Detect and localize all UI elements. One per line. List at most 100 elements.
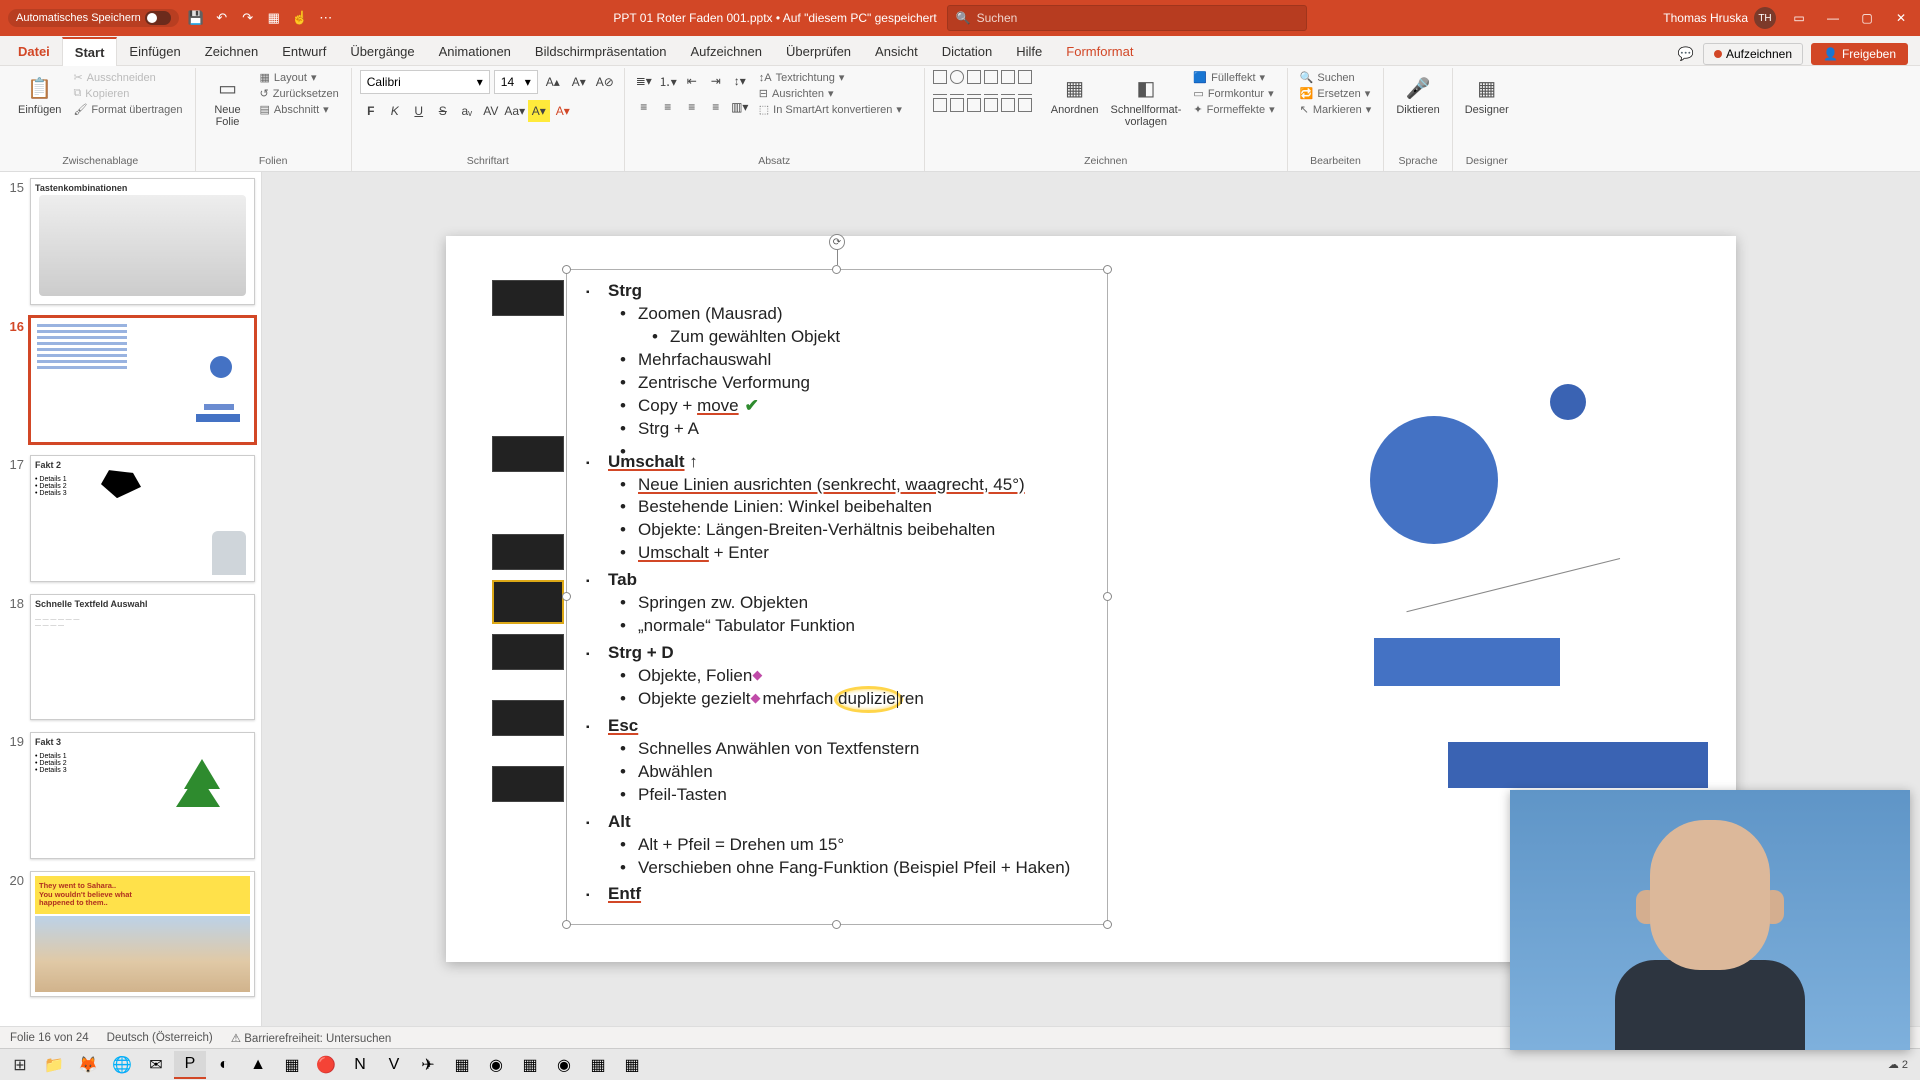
- resize-handle[interactable]: [832, 265, 841, 274]
- tab-shapeformat[interactable]: Formformat: [1054, 38, 1145, 65]
- shape-circle-small[interactable]: [1550, 384, 1586, 420]
- clear-format-icon[interactable]: A⊘: [594, 71, 616, 93]
- resize-handle[interactable]: [1103, 265, 1112, 274]
- undo-icon[interactable]: ↶: [213, 9, 231, 27]
- copy-button[interactable]: ⧉ Kopieren: [69, 86, 186, 101]
- align-left-button[interactable]: ≡: [633, 96, 655, 118]
- taskbar-app[interactable]: ▦: [616, 1051, 648, 1079]
- taskbar-obs[interactable]: ◉: [480, 1051, 512, 1079]
- line-spacing-button[interactable]: ↕▾: [729, 70, 751, 92]
- italic-button[interactable]: K: [384, 100, 406, 122]
- smartart-button[interactable]: ⬚ In SmartArt konvertieren ▾: [755, 102, 906, 117]
- maximize-icon[interactable]: ▢: [1856, 7, 1878, 29]
- weather-widget[interactable]: ☁ 2: [1888, 1058, 1908, 1071]
- save-icon[interactable]: 💾: [187, 9, 205, 27]
- designer-button[interactable]: ▦Designer: [1461, 70, 1513, 120]
- autosave-toggle[interactable]: Automatisches Speichern: [8, 9, 179, 27]
- shape-effects-button[interactable]: ✦ Formeffekte ▾: [1189, 102, 1278, 117]
- taskbar-app[interactable]: ◉: [548, 1051, 580, 1079]
- shadow-button[interactable]: aᵥ: [456, 100, 478, 122]
- arrange-button[interactable]: ▦Anordnen: [1047, 70, 1103, 120]
- taskbar-app[interactable]: 🔴: [310, 1051, 342, 1079]
- layout-button[interactable]: ▦ Layout ▾: [256, 70, 343, 85]
- taskbar-app[interactable]: ▦: [582, 1051, 614, 1079]
- slide-thumbnail-pane[interactable]: 15 Tastenkombinationen 16 17 Fakt 2 • De…: [0, 172, 262, 1026]
- resize-handle[interactable]: [1103, 592, 1112, 601]
- minimize-icon[interactable]: —: [1822, 7, 1844, 29]
- start-button[interactable]: ⊞: [4, 1051, 36, 1079]
- shrink-font-icon[interactable]: A▾: [568, 71, 590, 93]
- thumb-17[interactable]: 17 Fakt 2 • Details 1• Details 2• Detail…: [4, 455, 255, 582]
- shape-circle-large[interactable]: [1370, 416, 1498, 544]
- rotate-handle[interactable]: ⟳: [829, 234, 845, 250]
- shape-rectangle-1[interactable]: [1374, 638, 1560, 686]
- account-button[interactable]: Thomas Hruska TH: [1663, 7, 1776, 29]
- taskbar-outlook[interactable]: ✉: [140, 1051, 172, 1079]
- taskbar-firefox[interactable]: 🦊: [72, 1051, 104, 1079]
- outdent-button[interactable]: ⇤: [681, 70, 703, 92]
- resize-handle[interactable]: [1103, 920, 1112, 929]
- tab-dictation[interactable]: Dictation: [930, 38, 1005, 65]
- highlight-button[interactable]: A▾: [528, 100, 550, 122]
- thumb-20[interactable]: 20 They went to Sahara..You wouldn't bel…: [4, 871, 255, 998]
- tab-insert[interactable]: Einfügen: [117, 38, 192, 65]
- underline-button[interactable]: U: [408, 100, 430, 122]
- shape-rectangle-2[interactable]: [1448, 742, 1708, 788]
- new-slide-button[interactable]: ▭Neue Folie: [204, 70, 252, 132]
- bullets-button[interactable]: ≣▾: [633, 70, 655, 92]
- taskbar-app[interactable]: ▦: [514, 1051, 546, 1079]
- resize-handle[interactable]: [562, 920, 571, 929]
- reset-button[interactable]: ↺ Zurücksetzen: [256, 86, 343, 101]
- tab-transitions[interactable]: Übergänge: [338, 38, 426, 65]
- close-icon[interactable]: ✕: [1890, 7, 1912, 29]
- numbering-button[interactable]: ⒈▾: [657, 70, 679, 92]
- quick-icon[interactable]: ▦: [265, 9, 283, 27]
- resize-handle[interactable]: [562, 265, 571, 274]
- tab-help[interactable]: Hilfe: [1004, 38, 1054, 65]
- bold-button[interactable]: F: [360, 100, 382, 122]
- thumb-15[interactable]: 15 Tastenkombinationen: [4, 178, 255, 305]
- doc-title[interactable]: PPT 01 Roter Faden 001.pptx • Auf "diese…: [613, 11, 936, 25]
- resize-handle[interactable]: [832, 920, 841, 929]
- shape-gallery[interactable]: [933, 70, 1043, 112]
- touch-icon[interactable]: ☝: [291, 9, 309, 27]
- tab-draw[interactable]: Zeichnen: [193, 38, 270, 65]
- format-painter-button[interactable]: 🖌 Format übertragen: [69, 102, 186, 117]
- redo-icon[interactable]: ↷: [239, 9, 257, 27]
- resize-handle[interactable]: [562, 592, 571, 601]
- taskbar-vlc[interactable]: ▲: [242, 1051, 274, 1079]
- record-button[interactable]: Aufzeichnen: [1703, 43, 1803, 65]
- taskbar-chrome[interactable]: 🌐: [106, 1051, 138, 1079]
- text-direction-button[interactable]: ↕A Textrichtung ▾: [755, 70, 906, 85]
- spacing-button[interactable]: AV: [480, 100, 502, 122]
- paste-button[interactable]: 📋Einfügen: [14, 70, 65, 120]
- taskbar-explorer[interactable]: 📁: [38, 1051, 70, 1079]
- align-text-button[interactable]: ⊟ Ausrichten ▾: [755, 86, 906, 101]
- search-input[interactable]: 🔍 Suchen: [947, 5, 1307, 31]
- find-button[interactable]: 🔍 Suchen: [1296, 70, 1376, 85]
- thumb-19[interactable]: 19 Fakt 3 • Details 1• Details 2• Detail…: [4, 732, 255, 859]
- select-button[interactable]: ↖ Markieren ▾: [1296, 102, 1376, 117]
- indent-button[interactable]: ⇥: [705, 70, 727, 92]
- more-icon[interactable]: ⋯: [317, 9, 335, 27]
- comments-icon[interactable]: 💬: [1677, 45, 1695, 63]
- taskbar-vscode[interactable]: V: [378, 1051, 410, 1079]
- replace-button[interactable]: 🔁 Ersetzen ▾: [1296, 86, 1376, 101]
- tab-animations[interactable]: Animationen: [427, 38, 523, 65]
- case-button[interactable]: Aa▾: [504, 100, 526, 122]
- ribbon-mode-icon[interactable]: ▭: [1788, 7, 1810, 29]
- shape-fill-button[interactable]: 🟦 Fülleffekt ▾: [1189, 70, 1278, 85]
- tab-view[interactable]: Ansicht: [863, 38, 930, 65]
- tab-file[interactable]: Datei: [6, 38, 62, 65]
- slide-counter[interactable]: Folie 16 von 24: [10, 1032, 89, 1044]
- font-size-select[interactable]: 14▾: [494, 70, 538, 94]
- textbox-content[interactable]: Strg Zoomen (Mausrad) Zum gewählten Obje…: [576, 276, 1096, 906]
- shape-line[interactable]: [1406, 558, 1620, 612]
- thumb-18[interactable]: 18 Schnelle Textfeld Auswahl — — — — — —…: [4, 594, 255, 721]
- quick-styles-button[interactable]: ◧Schnellformat- vorlagen: [1106, 70, 1185, 132]
- tab-record[interactable]: Aufzeichnen: [678, 38, 774, 65]
- share-button[interactable]: 👤 Freigeben: [1811, 43, 1908, 65]
- font-color-button[interactable]: A▾: [552, 100, 574, 122]
- tab-review[interactable]: Überprüfen: [774, 38, 863, 65]
- font-name-select[interactable]: Calibri▾: [360, 70, 490, 94]
